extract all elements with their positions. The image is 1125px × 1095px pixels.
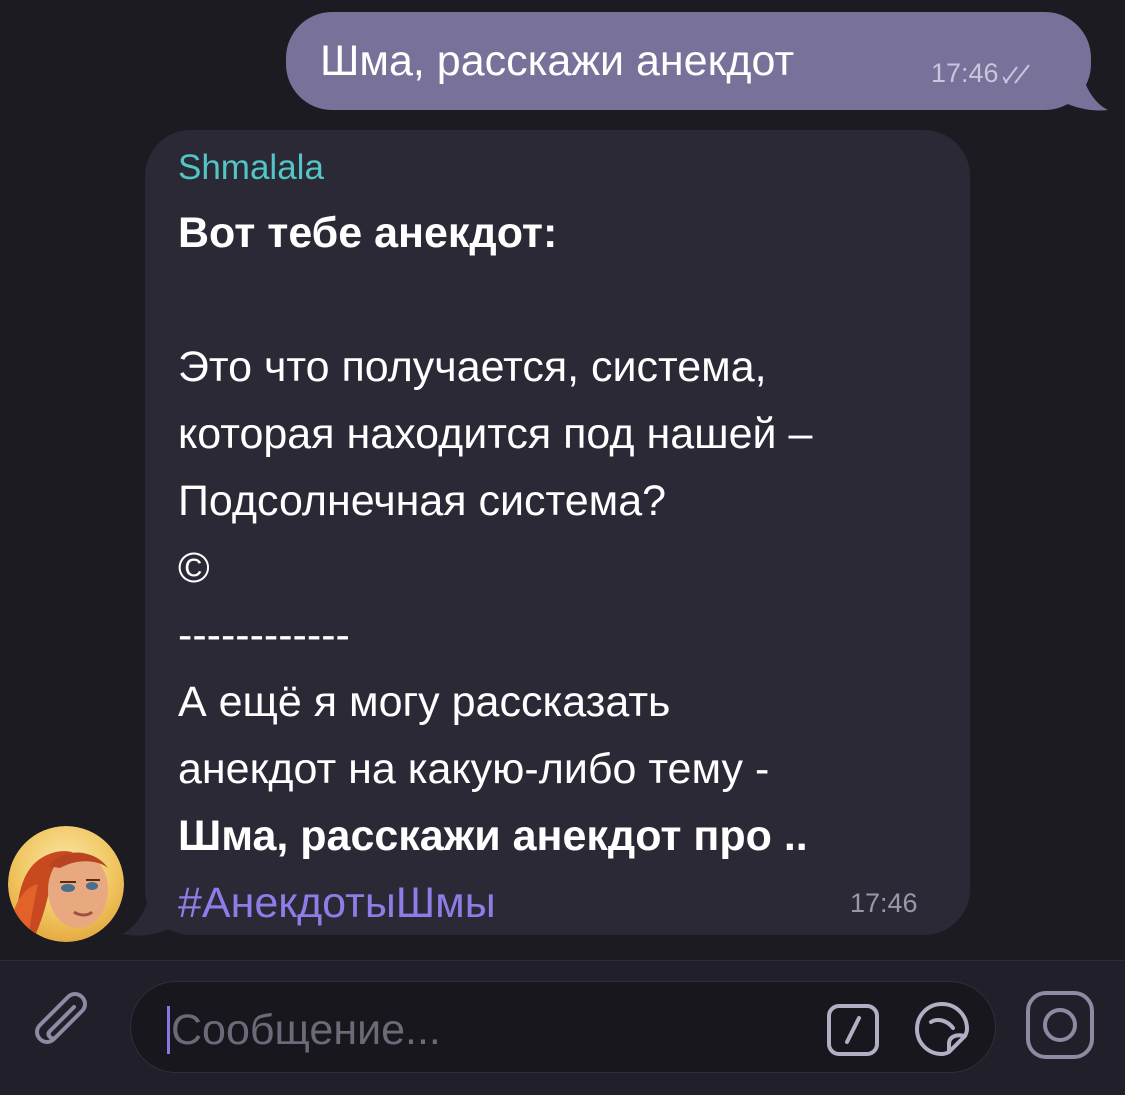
message-line: А ещё я могу рассказать [178, 678, 671, 726]
command-text: Шма, расскажи анекдот про .. [178, 812, 808, 860]
message-body: Вот тебе анекдот: Это что получается, си… [178, 200, 958, 937]
message-title: Вот тебе анекдот: [178, 209, 558, 257]
camera-icon[interactable] [1022, 987, 1098, 1063]
incoming-message-time: 17:46 [850, 888, 918, 918]
text-caret [167, 1006, 170, 1054]
hashtag-link[interactable]: #АнекдотыШмы [178, 870, 958, 937]
message-field[interactable]: Сообщение... [130, 981, 996, 1073]
message-input-bar: Сообщение... [0, 960, 1125, 1095]
sticker-icon[interactable] [911, 998, 973, 1060]
outgoing-message-bubble[interactable]: Шма, расскажи анекдот 17:46 [286, 12, 1091, 110]
avatar[interactable] [8, 826, 124, 942]
message-line: которая находится под нашей – [178, 410, 813, 458]
slash-command-icon[interactable] [823, 1000, 883, 1060]
message-line: анекдот на какую-либо тему - [178, 745, 770, 793]
double-check-icon [1002, 63, 1030, 84]
message-line: Это что получается, система, [178, 343, 767, 391]
sender-name[interactable]: Shmalala [178, 148, 324, 188]
message-line: © [178, 544, 210, 592]
message-line: ------------ [178, 611, 350, 659]
outgoing-message-time: 17:46 [931, 58, 999, 88]
outgoing-message-meta: 17:46 [931, 58, 1033, 89]
message-placeholder: Сообщение... [171, 1006, 441, 1054]
chat-area: Шма, расскажи анекдот 17:46 Shmalala Вот… [0, 0, 1125, 960]
paperclip-icon[interactable] [30, 991, 100, 1061]
message-line: Подсолнечная система? [178, 477, 667, 525]
outgoing-message-text: Шма, расскажи анекдот [320, 37, 795, 85]
incoming-message-bubble[interactable]: Shmalala Вот тебе анекдот: Это что получ… [145, 130, 970, 935]
